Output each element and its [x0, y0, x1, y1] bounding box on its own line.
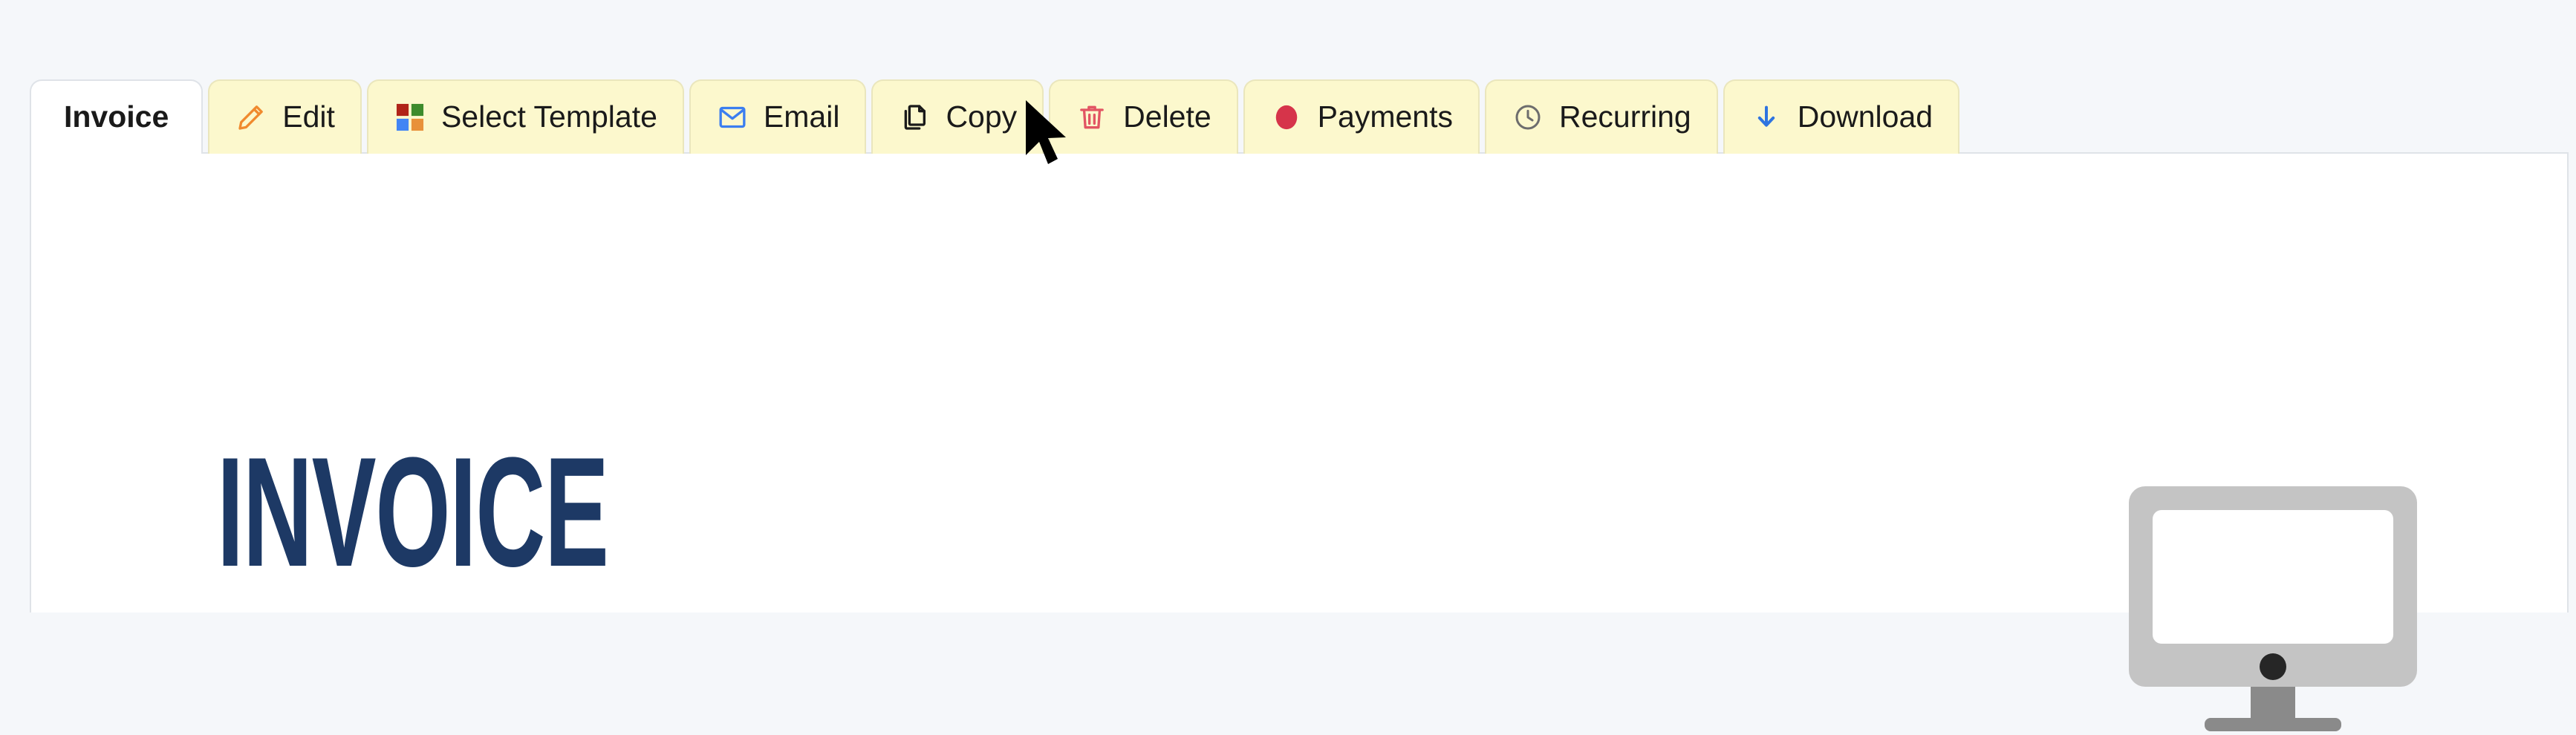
tab-select-template-label: Select Template	[440, 99, 657, 134]
tab-download[interactable]: Download	[1723, 79, 1960, 154]
copy-icon	[898, 101, 931, 134]
page-title: INVOICE	[217, 425, 609, 599]
tab-delete-label: Delete	[1123, 99, 1211, 134]
tab-email-label: Email	[763, 99, 840, 134]
invoice-content-panel: INVOICE	[30, 152, 2569, 731]
tab-email[interactable]: Email	[689, 79, 867, 154]
tab-invoice-label: Invoice	[64, 99, 169, 134]
tab-copy[interactable]: Copy	[871, 79, 1044, 154]
tab-select-template[interactable]: Select Template	[366, 79, 684, 154]
tab-recurring[interactable]: Recurring	[1484, 79, 1718, 154]
tab-download-label: Download	[1797, 99, 1933, 134]
clock-icon	[1512, 101, 1544, 134]
tab-recurring-label: Recurring	[1558, 99, 1691, 134]
grid-squares-icon	[394, 101, 426, 134]
invoice-toolbar-tabs: Invoice Edit Select Template Email Copy …	[30, 43, 1960, 154]
arrow-down-icon	[1750, 101, 1783, 134]
tab-copy-label: Copy	[946, 99, 1018, 134]
envelope-icon	[716, 101, 749, 134]
pencil-icon	[235, 101, 267, 134]
circle-dot-icon	[1270, 101, 1303, 134]
trash-icon	[1076, 101, 1108, 134]
tab-edit[interactable]: Edit	[208, 79, 362, 154]
tab-payments-label: Payments	[1317, 99, 1453, 134]
tab-edit-label: Edit	[282, 99, 335, 134]
tab-invoice[interactable]: Invoice	[30, 79, 204, 154]
tab-delete[interactable]: Delete	[1049, 79, 1238, 154]
tab-payments[interactable]: Payments	[1243, 79, 1480, 154]
monitor-icon	[2124, 486, 2421, 731]
